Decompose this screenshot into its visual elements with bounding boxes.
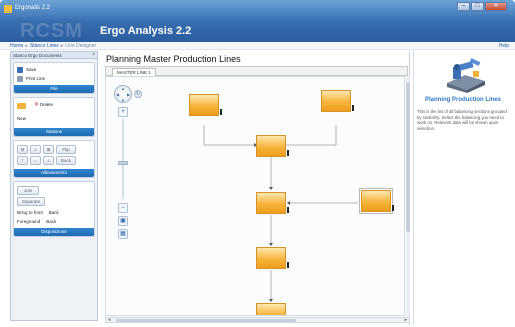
info-title: Planning Production Lines xyxy=(424,97,501,103)
panel-divider xyxy=(413,51,414,325)
robot-illustration xyxy=(447,58,485,93)
window-controls: – □ ✕ xyxy=(457,2,507,11)
horizontal-scrollbar[interactable]: ◂ ▸ xyxy=(105,317,410,323)
info-description: This is the list of all balancing sectio… xyxy=(417,109,507,131)
left-panel-title: Stanco Ergo Documents xyxy=(13,53,62,58)
station-node[interactable] xyxy=(189,94,222,116)
bring-to-front-button[interactable]: Bring to front xyxy=(17,210,43,215)
print-icon xyxy=(17,75,23,82)
flip-label: Flip xyxy=(62,147,70,152)
arrow-head xyxy=(269,299,273,302)
new-station-label[interactable]: New xyxy=(17,116,26,121)
breadcrumb-home[interactable]: Home xyxy=(10,43,23,49)
line-tabbar: MASTER LINE 1 xyxy=(105,66,408,76)
station-node[interactable] xyxy=(256,303,286,315)
app-logo: RCSM xyxy=(20,20,83,42)
stations-group-title: Stations xyxy=(14,128,94,136)
scroll-left-icon[interactable]: ◂ xyxy=(108,317,111,323)
breadcrumb-separator: ▸ xyxy=(60,43,64,49)
background-button[interactable]: Back xyxy=(46,219,56,224)
station-icon[interactable] xyxy=(17,103,26,109)
flip-button[interactable]: Flip xyxy=(56,145,76,154)
station-node-selected[interactable] xyxy=(361,190,394,212)
left-tool-panel: Stanco Ergo Documents × Save Print Line … xyxy=(10,51,98,321)
breadcrumb-lines[interactable]: Stanco Lines xyxy=(30,43,59,49)
line-designer: Planning Master Production Lines MASTER … xyxy=(103,51,410,325)
connector xyxy=(286,125,337,146)
left-panel-header: Stanco Ergo Documents × xyxy=(11,52,97,59)
station-node[interactable] xyxy=(256,192,289,214)
close-button[interactable]: ✕ xyxy=(485,2,507,11)
vertical-scroll-thumb[interactable] xyxy=(406,82,410,232)
page-title: Planning Master Production Lines xyxy=(106,54,241,64)
vertical-scrollbar[interactable] xyxy=(406,76,410,316)
info-panel: Planning Production Lines This is the li… xyxy=(413,51,515,325)
station-marker xyxy=(352,105,354,111)
app-icon xyxy=(4,5,12,13)
back-label: Back xyxy=(60,158,71,163)
station-node[interactable] xyxy=(256,247,289,269)
join-label: Join xyxy=(23,188,33,193)
delete-icon[interactable]: ✕ xyxy=(34,101,39,108)
maximize-button[interactable]: □ xyxy=(471,2,484,11)
save-icon xyxy=(17,66,23,73)
connector xyxy=(203,125,254,146)
station-marker xyxy=(287,150,289,156)
breadcrumb-bar: Home ▸ Stanco Lines ▸ Line Designer Help xyxy=(0,42,515,50)
help-link[interactable]: Help xyxy=(499,43,509,49)
align-bottom-button[interactable]: ⊥ xyxy=(43,156,54,165)
file-group-title: File xyxy=(14,85,94,93)
foreground-button[interactable]: Foreground xyxy=(17,219,40,224)
align-middle-button[interactable]: ⇔ xyxy=(30,156,41,165)
delete-label[interactable]: Delete xyxy=(40,102,53,107)
save-button[interactable]: Save xyxy=(17,65,91,74)
breadcrumb-separator: ▸ xyxy=(25,43,28,49)
alignments-group: ⊟ ≡ ⊞ Flip ⊤ ⇔ ⊥ Back Allineamento xyxy=(13,140,95,178)
align-center-button[interactable]: ≡ xyxy=(30,145,41,154)
window-titlebar: Ergonalis 2.2 – □ ✕ xyxy=(0,0,515,20)
separate-label: Separate xyxy=(21,199,41,204)
align-right-button[interactable]: ⊞ xyxy=(43,145,54,154)
horizontal-scroll-thumb[interactable] xyxy=(116,319,296,322)
station-marker xyxy=(287,262,289,268)
station-marker xyxy=(392,205,394,211)
station-marker xyxy=(287,207,289,213)
alignments-group-title: Allineamento xyxy=(14,169,94,177)
file-group: Save Print Line File xyxy=(13,62,95,94)
dispositions-group-title: Disposizione xyxy=(14,228,94,236)
breadcrumb-current: Line Designer xyxy=(65,43,97,49)
tab-master-line[interactable]: MASTER LINE 1 xyxy=(112,68,156,76)
align-top-button[interactable]: ⊤ xyxy=(17,156,28,165)
separate-button[interactable]: Separate xyxy=(17,197,45,206)
back-button[interactable]: Back xyxy=(56,156,76,165)
arrow-head xyxy=(287,201,290,205)
app-header: RCSM Ergo Analysis 2.2 xyxy=(0,20,515,42)
station-node[interactable] xyxy=(321,90,354,112)
breadcrumb: Home ▸ Stanco Lines ▸ Line Designer xyxy=(10,43,96,49)
dispositions-group: Join Separate Bring to front Back Foregr… xyxy=(13,181,95,237)
print-label: Print Line xyxy=(26,76,46,81)
panel-close-icon[interactable]: × xyxy=(92,52,95,58)
minimize-button[interactable]: – xyxy=(457,2,470,11)
station-node[interactable] xyxy=(256,135,289,157)
align-left-button[interactable]: ⊟ xyxy=(17,145,28,154)
arrow-head xyxy=(269,187,273,190)
station-marker xyxy=(220,109,222,115)
print-line-button[interactable]: Print Line xyxy=(17,74,91,83)
join-button[interactable]: Join xyxy=(17,186,39,195)
design-canvas[interactable]: ▲ ▼ ◀ ▶ ↻ + − ▣ ▦ xyxy=(105,76,405,316)
save-label: Save xyxy=(26,67,37,72)
window-title: Ergonalis 2.2 xyxy=(15,5,51,11)
stations-group: ✕ Delete New Stations xyxy=(13,97,95,137)
app-title: Ergo Analysis 2.2 xyxy=(100,25,192,37)
arrow-head xyxy=(269,243,273,246)
send-back-button[interactable]: Back xyxy=(49,210,59,215)
scroll-right-icon[interactable]: ▸ xyxy=(404,317,407,323)
